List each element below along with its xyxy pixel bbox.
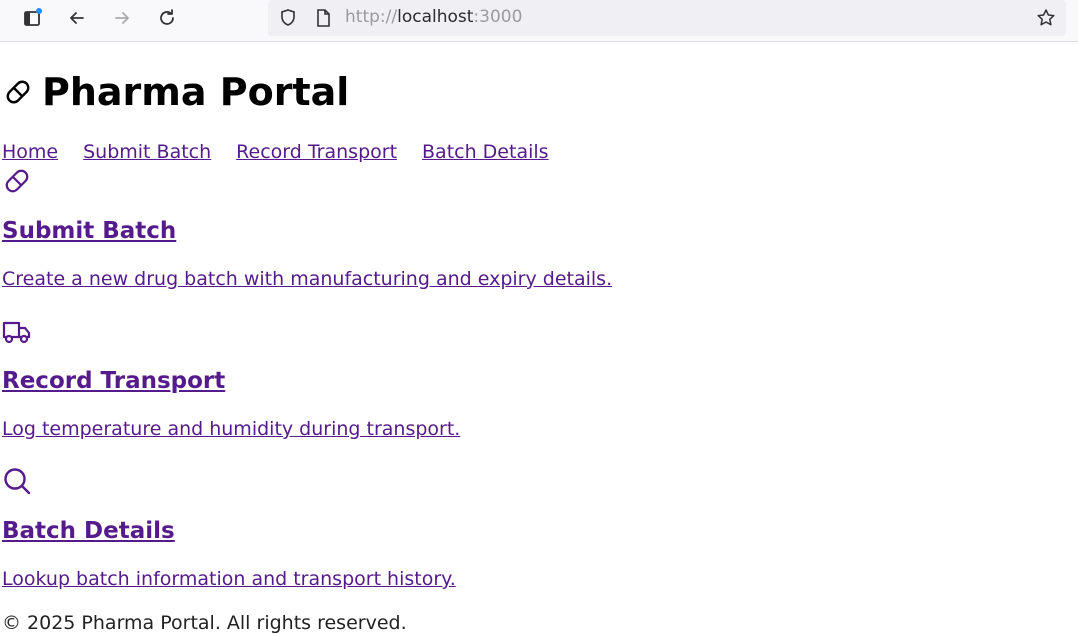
url-port: :3000 [473, 7, 523, 27]
search-icon [4, 468, 31, 495]
card-title: Submit Batch [2, 218, 177, 244]
page-title: Pharma Portal [42, 70, 350, 114]
page-icon [311, 6, 335, 30]
url-text[interactable]: http://localhost:3000 [345, 7, 522, 27]
browser-toolbar: http://localhost:3000 [0, 0, 1078, 42]
nav-submit-batch-link[interactable]: Submit Batch [83, 141, 211, 163]
nav-record-transport-link[interactable]: Record Transport [236, 141, 397, 163]
card-description: Lookup batch information and transport h… [2, 568, 456, 590]
forward-icon[interactable] [110, 6, 134, 30]
url-host: localhost [397, 7, 474, 27]
card-record-transport[interactable]: Record Transport Log temperature and hum… [2, 316, 460, 440]
shield-icon[interactable] [276, 6, 300, 30]
address-bar[interactable]: http://localhost:3000 [268, 0, 1066, 36]
tab-overview-icon[interactable] [20, 6, 44, 30]
footer-copyright: © 2025 Pharma Portal. All rights reserve… [2, 612, 407, 634]
card-batch-details[interactable]: Batch Details Lookup batch information a… [2, 466, 456, 590]
main-nav: Home Submit Batch Record Transport Batch… [2, 141, 549, 163]
back-icon[interactable] [65, 6, 89, 30]
bookmark-star-icon[interactable] [1034, 6, 1058, 30]
url-scheme: http:// [345, 7, 398, 27]
site-header: Pharma Portal [2, 70, 349, 114]
card-submit-batch[interactable]: Submit Batch Create a new drug batch wit… [2, 166, 612, 290]
card-title: Record Transport [2, 368, 226, 394]
pill-icon [5, 169, 29, 193]
card-description: Create a new drug batch with manufacturi… [2, 268, 613, 290]
card-title: Batch Details [2, 518, 175, 544]
pill-icon [6, 80, 30, 104]
truck-icon [2, 321, 31, 344]
nav-home-link[interactable]: Home [2, 141, 58, 163]
reload-icon[interactable] [155, 6, 179, 30]
card-description: Log temperature and humidity during tran… [2, 418, 461, 440]
nav-batch-details-link[interactable]: Batch Details [422, 141, 549, 163]
